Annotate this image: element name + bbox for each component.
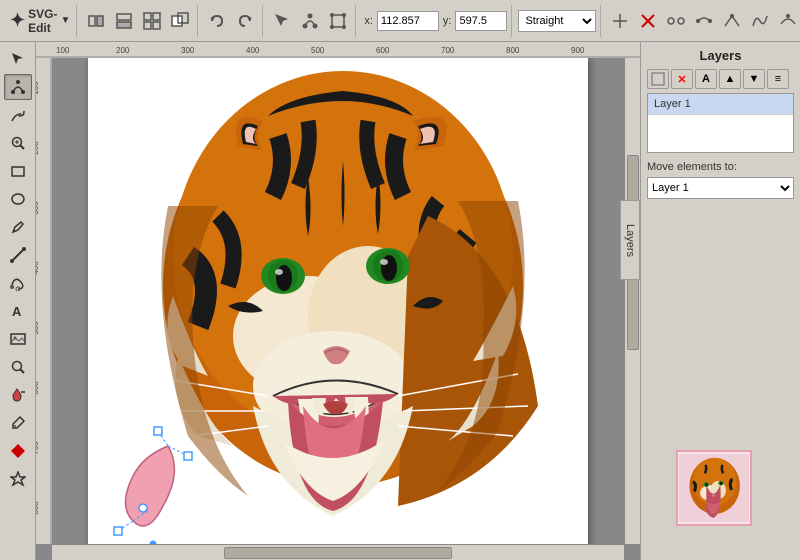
star-tool[interactable] [4,466,32,492]
layer-visibility-btn[interactable] [647,69,669,89]
right-panel: Layers ✕ A ▲ ▼ ≡ Layer 1 Move elements t… [640,42,800,560]
text-tool[interactable]: A [4,298,32,324]
x-label: x: [362,15,375,27]
svg-text:900: 900 [571,46,585,55]
tiger-svg [88,58,588,544]
svg-text:200: 200 [116,46,130,55]
h-scroll-handle[interactable] [224,547,453,559]
cusp-btn[interactable] [719,9,745,33]
layer-item[interactable]: Layer 1 [648,94,793,115]
layer-move-label: Move elements to: [647,161,794,173]
svg-text:100: 100 [36,81,40,95]
toolbar-transform-section [79,5,198,37]
canvas-content [52,58,624,544]
image-tool[interactable] [4,326,32,352]
canvas-area: 100 200 300 400 500 600 700 800 900 100 … [36,42,640,560]
y-input[interactable] [455,11,507,31]
break-apart-btn[interactable] [663,9,689,33]
thumbnail-area [676,450,756,530]
toolbox: A [0,42,36,560]
svg-text:800: 800 [506,46,520,55]
smooth-btn[interactable] [747,9,773,33]
transform-btn[interactable] [325,9,351,33]
delete-node-btn[interactable] [635,9,661,33]
flip-y-btn[interactable] [111,9,137,33]
redo-btn[interactable] [232,9,258,33]
layers-side-tab[interactable]: Layers [620,200,640,280]
drawing-canvas[interactable] [88,58,588,544]
svg-text:600: 600 [376,46,390,55]
diamond-tool[interactable] [4,438,32,464]
app-logo[interactable]: ✦ SVG-Edit ▼ [4,5,77,37]
svg-text:300: 300 [181,46,195,55]
layer-delete-btn[interactable]: ✕ [671,69,693,89]
svg-text:600: 600 [36,381,40,395]
x-input[interactable] [377,11,439,31]
svg-text:800: 800 [36,501,40,515]
thumbnail-box [676,450,752,526]
toolbar-coords-section: x: y: [358,5,512,37]
line-type-select[interactable]: Straight Curve Symmetric Smooth [518,10,596,32]
flip-x-btn[interactable] [83,9,109,33]
svg-text:700: 700 [441,46,455,55]
vertical-ruler: 100 200 300 400 500 600 700 800 [36,58,52,544]
thumbnail-image [679,453,749,523]
svg-text:100: 100 [56,46,70,55]
svg-text:400: 400 [36,261,40,275]
node-edit-tool[interactable] [4,74,32,100]
svg-text:400: 400 [246,46,260,55]
toolbar-node-section [265,5,356,37]
line-tool[interactable] [4,242,32,268]
rect-tool[interactable] [4,158,32,184]
tweak-tool[interactable] [4,102,32,128]
layer-options-btn[interactable]: ≡ [767,69,789,89]
layer-move-select[interactable]: Layer 1 [647,177,794,199]
y-label: y: [441,15,454,27]
path-tool[interactable] [4,270,32,296]
fill-tool[interactable] [4,382,32,408]
svg-text:300: 300 [36,201,40,215]
layer-list: Layer 1 [647,93,794,153]
svg-text:A: A [12,304,22,319]
logo-dropdown-icon[interactable]: ▼ [60,15,70,26]
dropper-tool[interactable] [4,410,32,436]
clone-btn[interactable] [167,9,193,33]
app-title: SVG-Edit [28,7,57,35]
node-tool-btn[interactable] [297,9,323,33]
join-nodes-btn[interactable] [691,9,717,33]
toolbar-node-actions-section [603,5,800,37]
select-tool[interactable] [4,46,32,72]
add-node-btn[interactable] [607,9,633,33]
layers-toolbar: ✕ A ▲ ▼ ≡ [647,69,794,89]
horizontal-scrollbar[interactable] [52,544,624,560]
layer-down-btn[interactable]: ▼ [743,69,765,89]
svg-text:700: 700 [36,441,40,455]
layer-rename-btn[interactable]: A [695,69,717,89]
select-path-btn[interactable] [269,9,295,33]
layers-panel: Layers ✕ A ▲ ▼ ≡ Layer 1 Move elements t… [641,42,800,470]
svg-text:500: 500 [36,321,40,335]
toolbar-history-section [200,5,263,37]
horizontal-ruler: 100 200 300 400 500 600 700 800 900 [36,42,640,58]
ellipse-tool[interactable] [4,186,32,212]
svg-text:200: 200 [36,141,40,155]
group-btn[interactable] [139,9,165,33]
toolbar-linetype-section: Straight Curve Symmetric Smooth [514,5,601,37]
layers-title: Layers [647,48,794,63]
logo-icon: ✦ [10,10,25,31]
layers-tab-label: Layers [624,223,636,256]
layer-up-btn[interactable]: ▲ [719,69,741,89]
svg-text:500: 500 [311,46,325,55]
pencil-tool[interactable] [4,214,32,240]
undo-btn[interactable] [204,9,230,33]
magnify-tool[interactable] [4,354,32,380]
zoom-tool[interactable] [4,130,32,156]
vertical-scrollbar[interactable] [624,58,640,544]
symmetric-btn[interactable] [775,9,800,33]
main-toolbar: ✦ SVG-Edit ▼ [0,0,800,42]
